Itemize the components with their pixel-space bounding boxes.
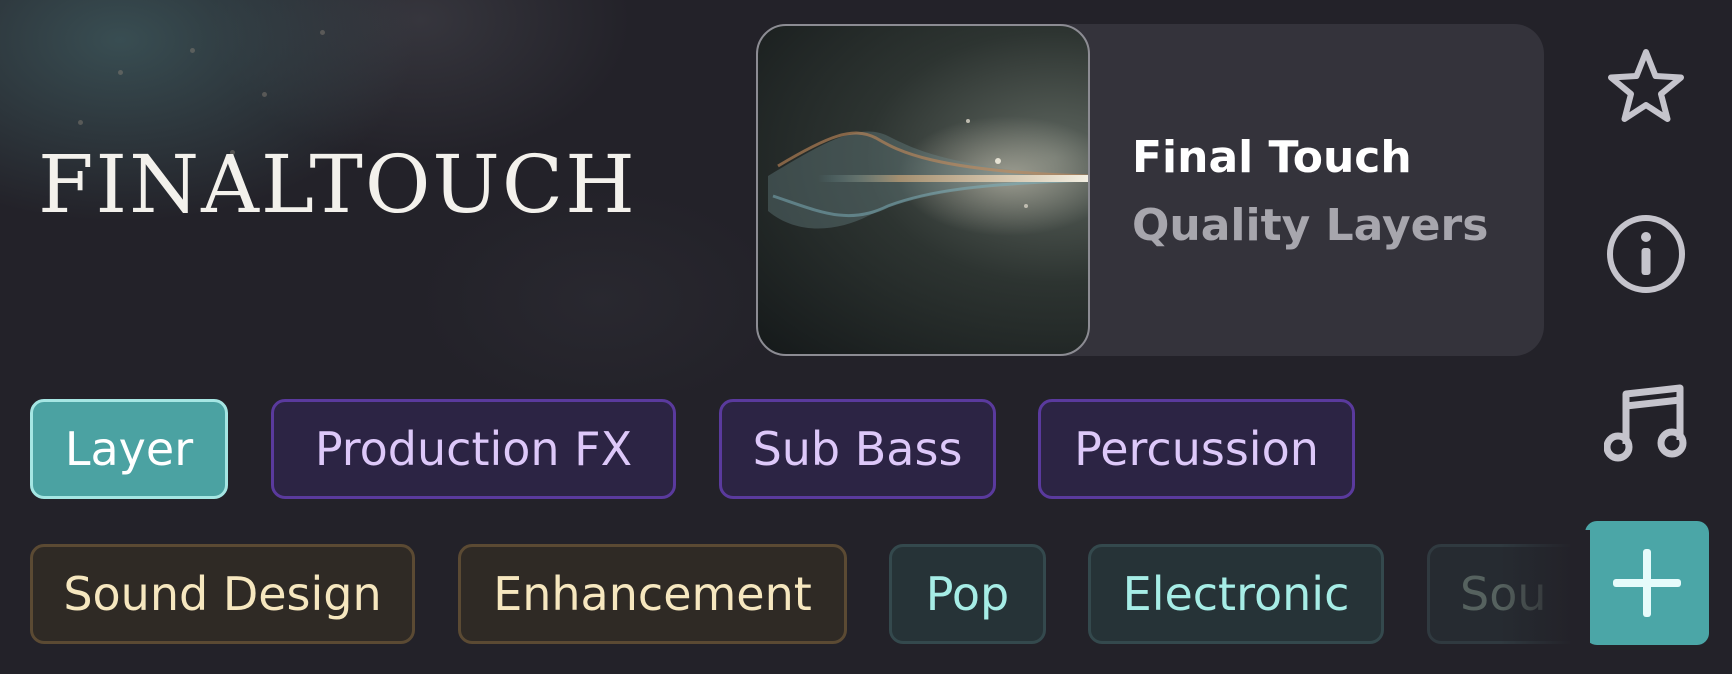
tag-pop[interactable]: Pop — [889, 544, 1046, 644]
dust-speck — [262, 92, 267, 97]
tag-production-fx[interactable]: Production FX — [271, 399, 676, 499]
music-note-icon[interactable] — [1603, 384, 1688, 468]
tag-enhancement[interactable]: Enhancement — [458, 544, 847, 644]
dust-speck — [320, 30, 325, 35]
star-icon[interactable] — [1604, 46, 1688, 130]
tag-electronic[interactable]: Electronic — [1088, 544, 1384, 644]
info-icon[interactable] — [1604, 212, 1688, 296]
dust-speck — [118, 70, 123, 75]
pack-cover-art[interactable] — [756, 24, 1090, 356]
tag-layer[interactable]: Layer — [30, 399, 228, 499]
pack-logo: FINALTOUCH — [38, 138, 637, 231]
dust-speck — [78, 120, 83, 125]
pack-title: Final Touch — [1132, 132, 1412, 183]
tag-sub-bass[interactable]: Sub Bass — [719, 399, 996, 499]
plus-icon — [1613, 549, 1681, 617]
cover-art-image — [768, 116, 1088, 236]
tag-sound-design[interactable]: Sound Design — [30, 544, 415, 644]
tag-sou-partial[interactable]: Sou — [1427, 544, 1587, 644]
dust-speck — [190, 48, 195, 53]
add-button[interactable] — [1585, 521, 1709, 645]
pack-subtitle: Quality Layers — [1132, 200, 1489, 251]
tag-percussion[interactable]: Percussion — [1038, 399, 1355, 499]
